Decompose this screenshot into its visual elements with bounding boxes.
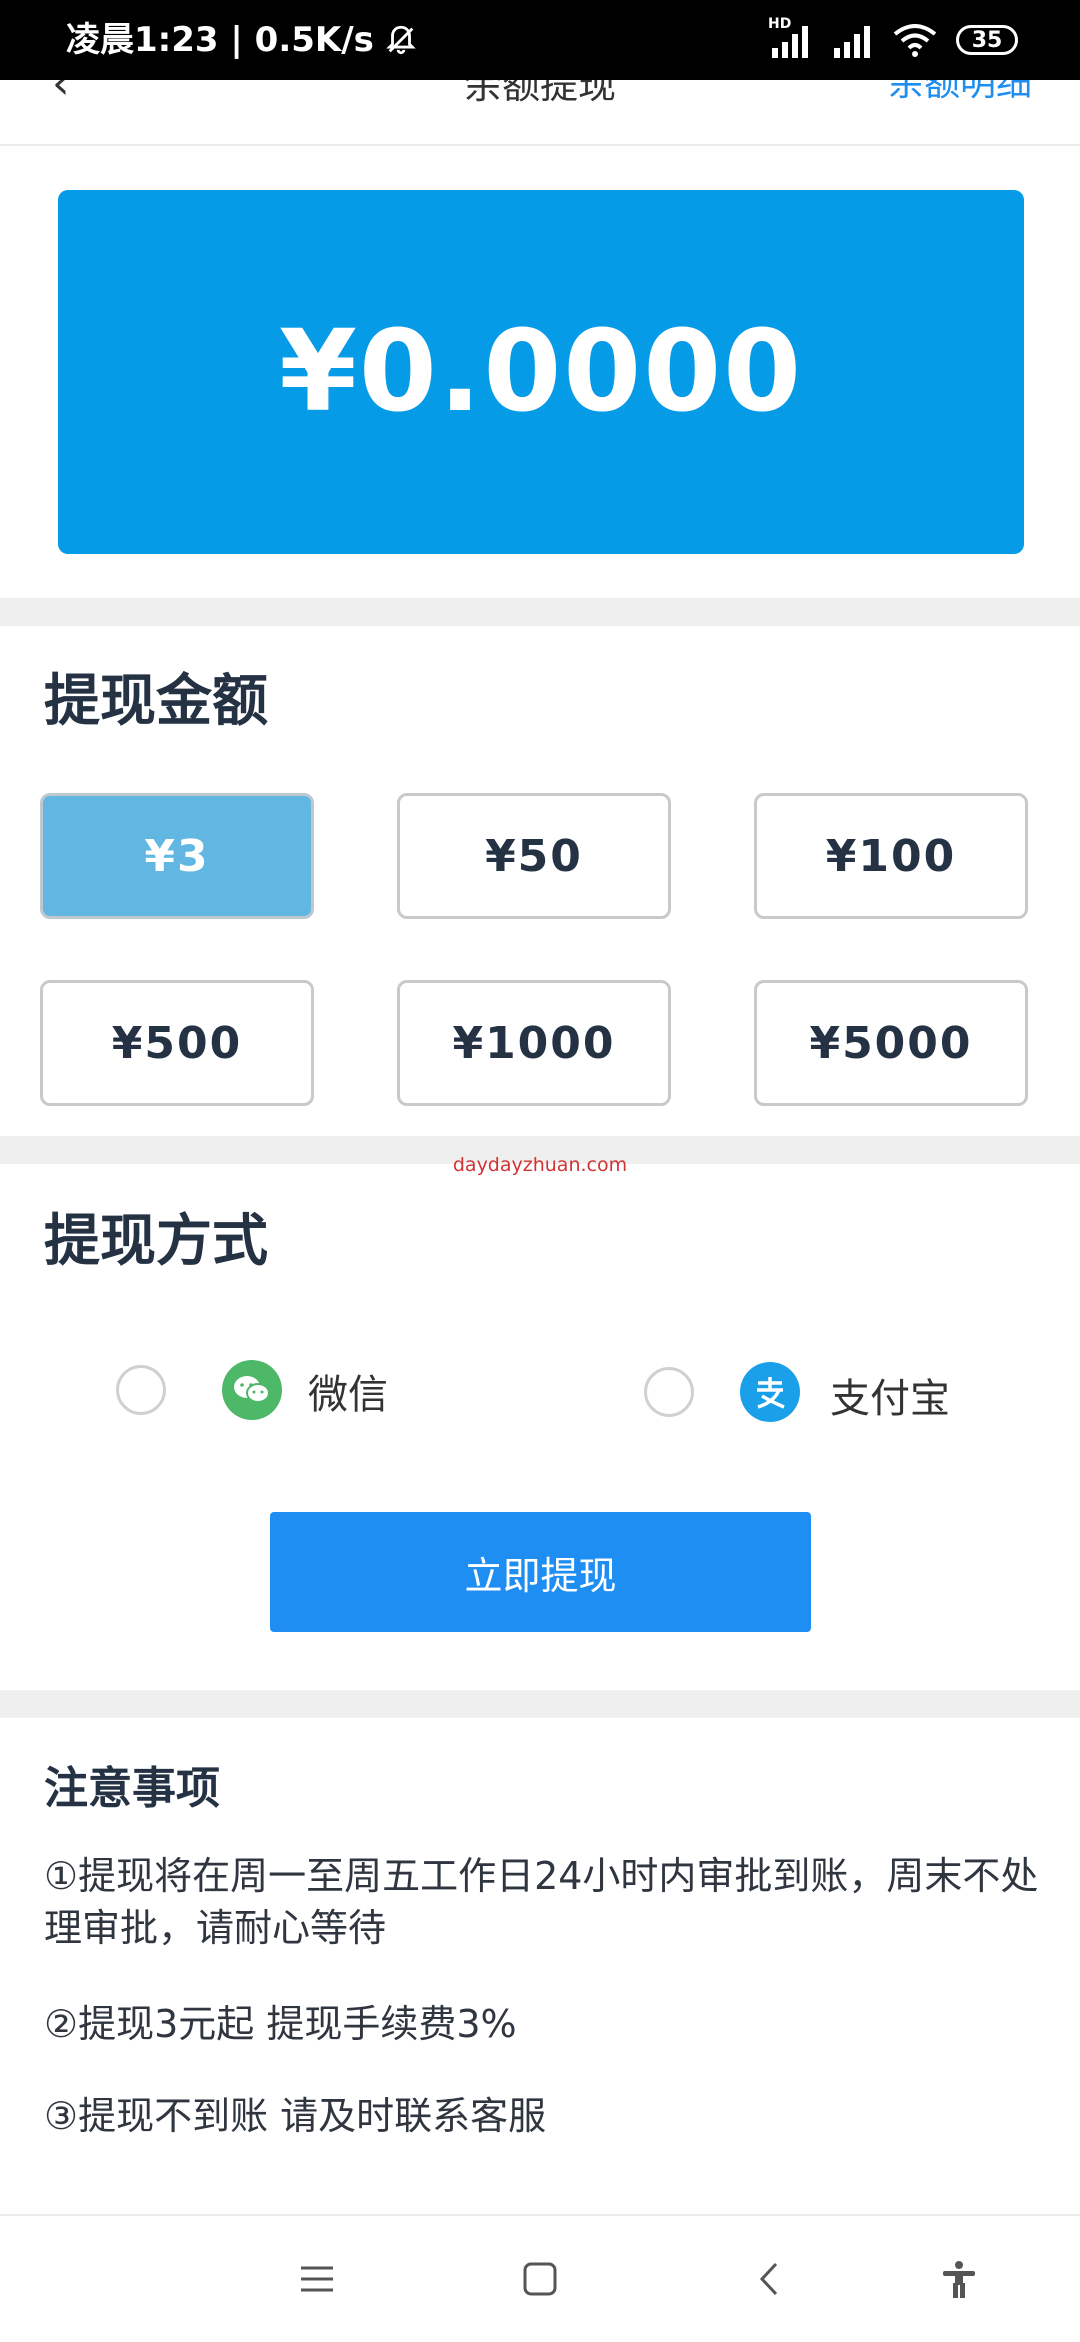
watermark-text: daydayzhuan.com [452, 1154, 628, 1176]
wechat-radio[interactable] [116, 1365, 166, 1415]
withdraw-submit-button[interactable]: 立即提现 [270, 1512, 811, 1632]
withdraw-amount-title: 提现金额 [44, 669, 268, 734]
amount-option-100[interactable]: ¥100 [754, 793, 1028, 919]
wechat-label[interactable]: 微信 [308, 1362, 388, 1420]
accessibility-icon[interactable] [934, 2254, 984, 2304]
system-nav-bar [0, 2214, 1080, 2342]
bell-muted-icon [386, 25, 416, 55]
amount-option-3[interactable]: ¥3 [40, 793, 314, 919]
signal-hd-icon: HD [768, 16, 812, 58]
page-header: ‹ 余额提现 余额明细 [0, 80, 1080, 146]
status-right: HD 35 [768, 16, 1018, 58]
alipay-radio[interactable] [644, 1367, 694, 1417]
withdraw-method-title: 提现方式 [44, 1209, 268, 1274]
note-item: ①提现将在周一至周五工作日24小时内审批到账，周末不处理审批，请耐心等待 [44, 1854, 1039, 1950]
alipay-icon [740, 1362, 800, 1422]
notes-title: 注意事项 [44, 1763, 220, 1814]
balance-amount: ¥0.0000 [278, 307, 804, 437]
section-divider [0, 1690, 1080, 1718]
amount-option-500[interactable]: ¥500 [40, 980, 314, 1106]
signal-icon [834, 26, 870, 58]
note-item: ②提现3元起 提现手续费3% [44, 2002, 517, 2046]
note-item: ③提现不到账 请及时联系客服 [44, 2094, 547, 2138]
wechat-icon [222, 1360, 282, 1420]
back-icon[interactable] [744, 2254, 794, 2304]
status-left: 凌晨1:23 | 0.5K/s [66, 16, 418, 64]
status-time-network: 凌晨1:23 | 0.5K/s [66, 20, 374, 60]
home-square-icon[interactable] [515, 2254, 565, 2304]
battery-indicator: 35 [956, 25, 1018, 55]
amount-option-1000[interactable]: ¥1000 [397, 980, 671, 1106]
amount-option-50[interactable]: ¥50 [397, 793, 671, 919]
alipay-label[interactable]: 支付宝 [830, 1366, 950, 1424]
menu-icon[interactable] [292, 2254, 342, 2304]
balance-card: ¥0.0000 [58, 190, 1024, 554]
status-bar: 凌晨1:23 | 0.5K/s HD 35 [0, 0, 1080, 80]
amount-option-5000[interactable]: ¥5000 [754, 980, 1028, 1106]
section-divider [0, 598, 1080, 626]
balance-detail-link[interactable]: 余额明细 [888, 80, 1032, 106]
wifi-icon [893, 24, 937, 57]
